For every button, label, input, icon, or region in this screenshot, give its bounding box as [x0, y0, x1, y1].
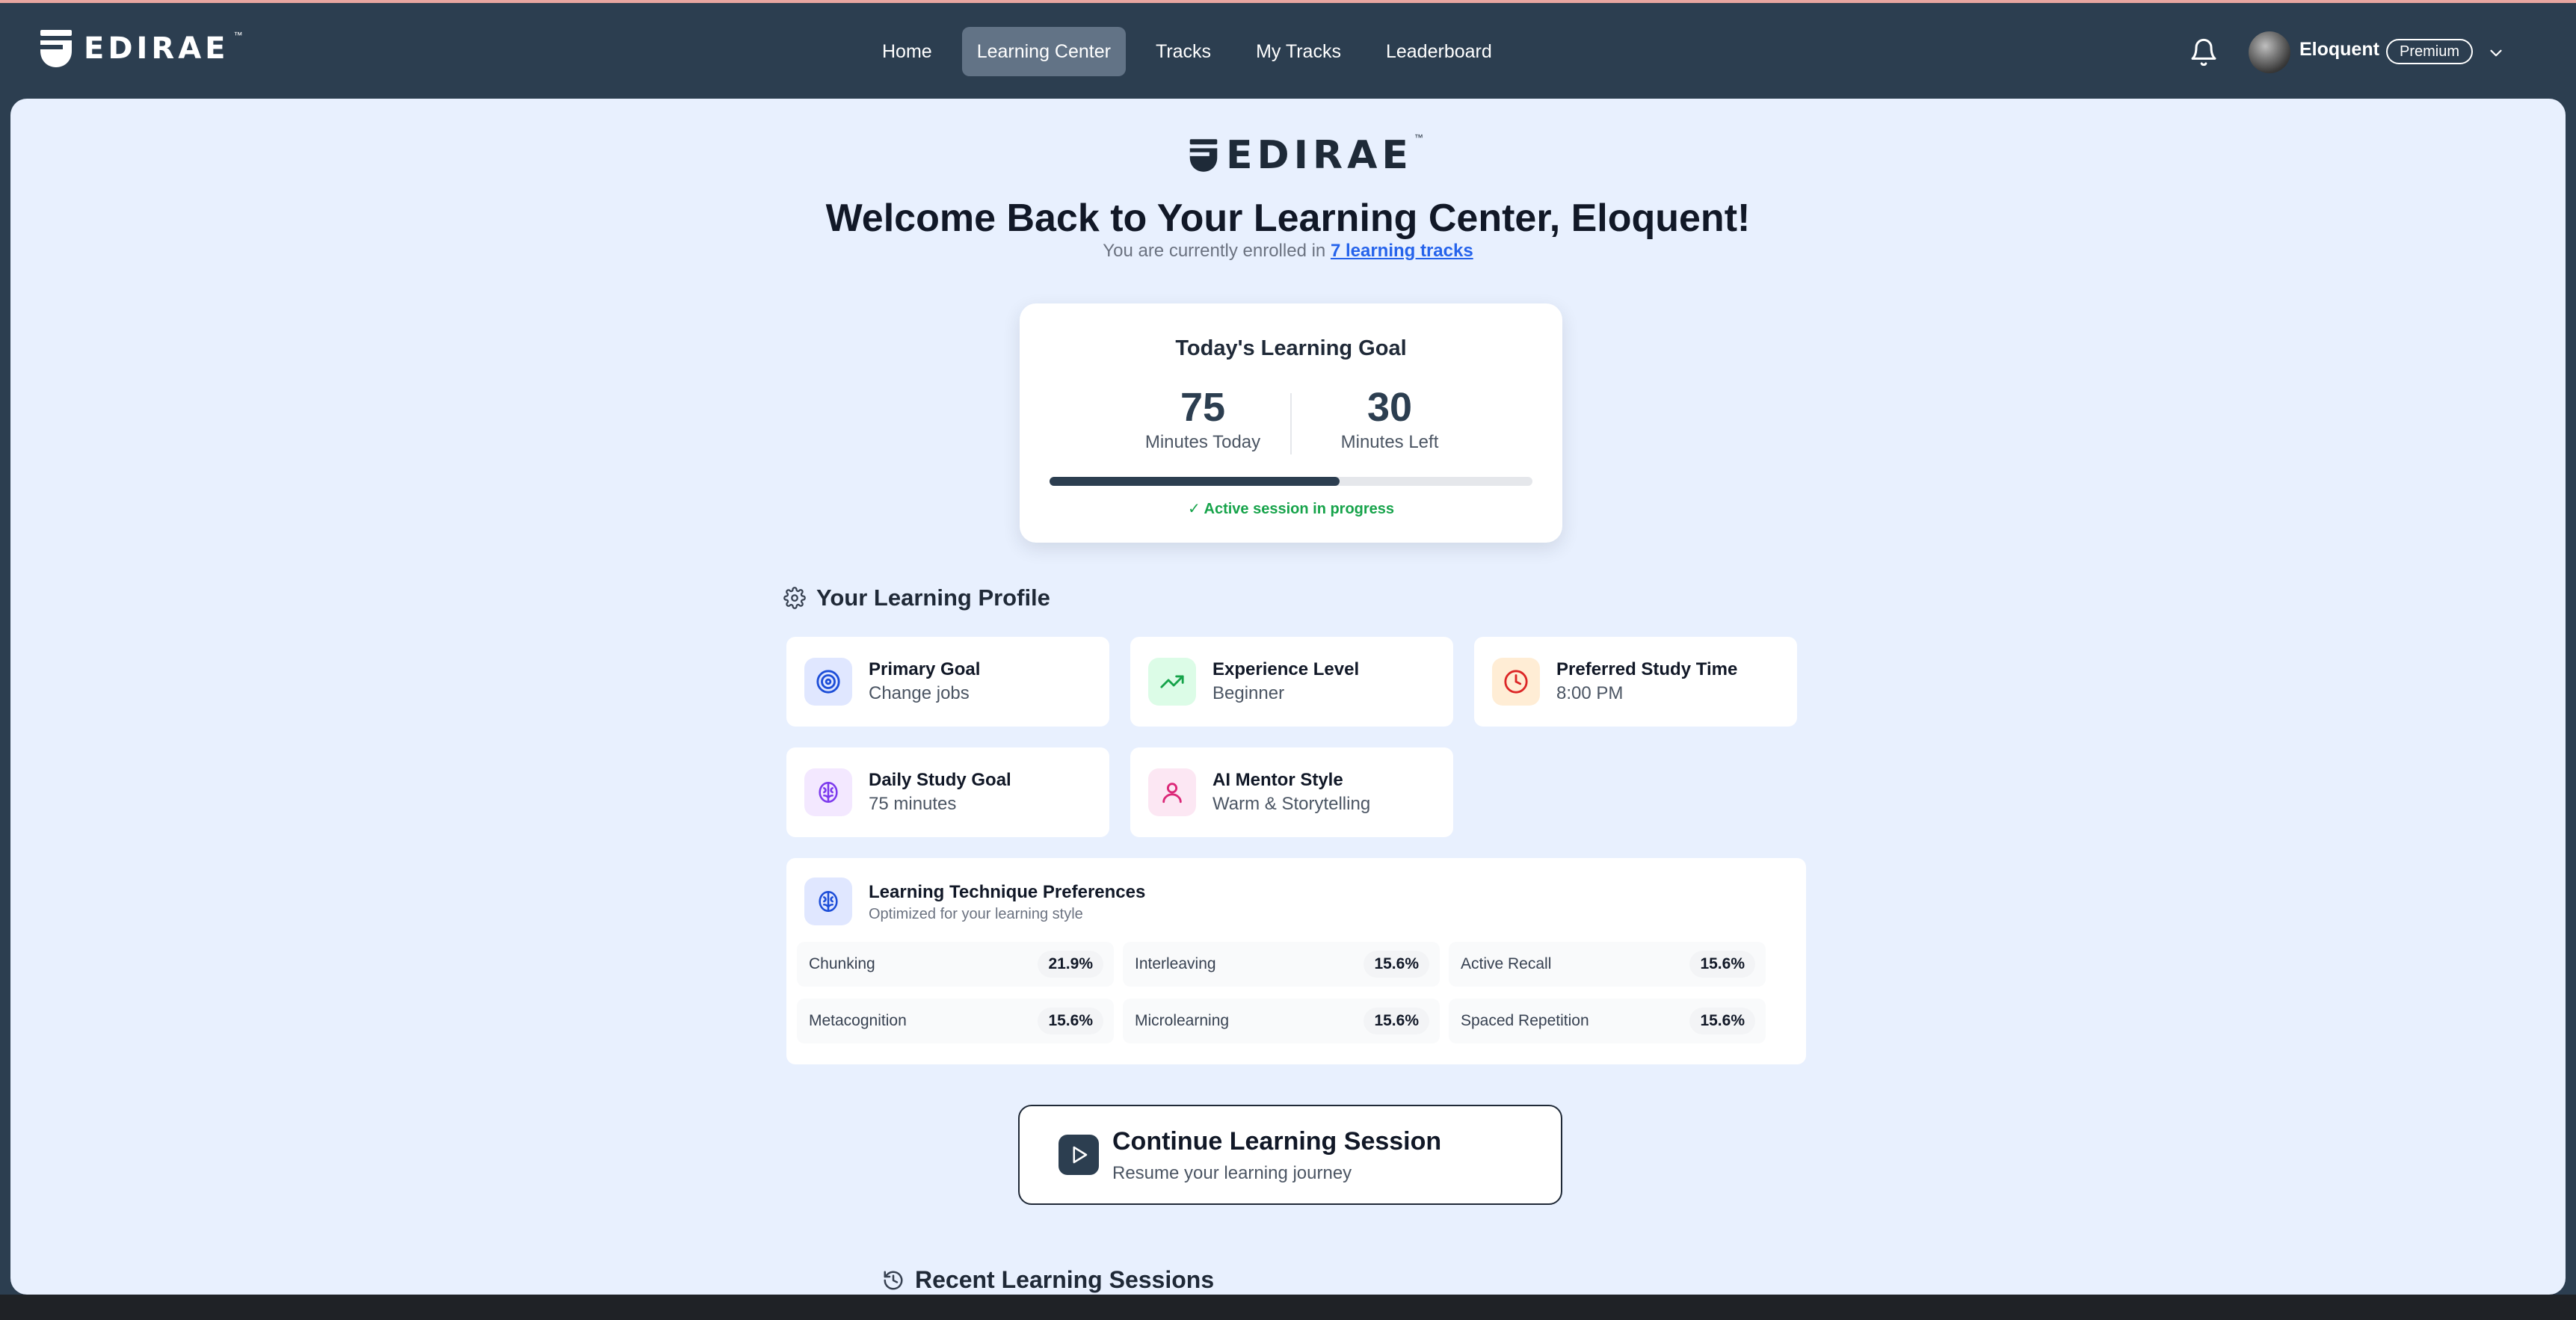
profile-card-primary-goal: Primary Goal Change jobs [786, 637, 1109, 727]
technique-percent: 15.6% [1689, 951, 1755, 978]
profile-label: Experience Level [1212, 659, 1360, 679]
minutes-today-label: Minutes Today [1144, 432, 1261, 452]
learning-tracks-link[interactable]: 7 learning tracks [1331, 241, 1473, 261]
clock-icon [1492, 658, 1540, 706]
center-wordmark: EDIRAE [1226, 133, 1413, 178]
enrollment-prefix: You are currently enrolled in [1103, 241, 1331, 261]
technique-subtitle: Optimized for your learning style [869, 906, 1083, 922]
technique-title: Learning Technique Preferences [869, 882, 1146, 902]
profile-label: Preferred Study Time [1556, 659, 1738, 679]
technique-percent: 15.6% [1038, 1008, 1103, 1034]
recent-sessions-header: Recent Learning Sessions [882, 1266, 1214, 1294]
technique-name: Metacognition [809, 1012, 907, 1029]
main-panel: EDIRAE ™ Welcome Back to Your Learning C… [10, 99, 2566, 1295]
chevron-down-icon[interactable] [2486, 43, 2506, 63]
profile-card-preferred-study-time: Preferred Study Time 8:00 PM [1474, 637, 1797, 727]
technique-name: Interleaving [1135, 955, 1216, 972]
profile-value: 75 minutes [869, 794, 957, 814]
edirae-logo-icon [1189, 139, 1218, 172]
brand-logo[interactable]: EDIRAE ™ [39, 28, 249, 69]
brain-icon [804, 878, 852, 925]
profile-label: AI Mentor Style [1212, 770, 1343, 790]
learning-goal-card: Today's Learning Goal 75 Minutes Today 3… [1020, 303, 1562, 543]
bottom-edge [0, 1295, 2576, 1320]
technique-percent: 21.9% [1038, 951, 1103, 978]
bell-icon[interactable] [2189, 37, 2219, 67]
technique-percent: 15.6% [1364, 1008, 1429, 1034]
minutes-left-label: Minutes Left [1340, 432, 1439, 452]
premium-badge: Premium [2386, 39, 2474, 64]
technique-preferences-card: Learning Technique Preferences Optimized… [786, 858, 1806, 1064]
session-status: ✓ Active session in progress [1187, 501, 1395, 517]
profile-card-ai-mentor-style: AI Mentor Style Warm & Storytelling [1130, 747, 1453, 837]
brand-trademark: ™ [233, 30, 243, 40]
profile-value: Change jobs [869, 683, 970, 703]
technique-name: Microlearning [1135, 1012, 1230, 1029]
goal-progress-bar [1050, 477, 1532, 486]
recent-sessions-title: Recent Learning Sessions [915, 1266, 1215, 1293]
continue-learning-title: Continue Learning Session [1112, 1127, 1442, 1156]
user-avatar[interactable] [2249, 31, 2290, 73]
minutes-left-stat: 30 Minutes Left [1307, 386, 1472, 453]
technique-percent: 15.6% [1364, 951, 1429, 978]
profile-title: Your Learning Profile [816, 585, 1050, 611]
nav-learning-center[interactable]: Learning Center [961, 27, 1126, 76]
goal-title: Today's Learning Goal [1175, 336, 1407, 360]
main-nav: Home Learning Center Tracks My Tracks Le… [867, 27, 1507, 76]
goal-divider [1290, 393, 1292, 454]
play-icon [1059, 1135, 1099, 1175]
enrollment-text: You are currently enrolled in 7 learning… [10, 241, 2566, 262]
nav-my-tracks[interactable]: My Tracks [1241, 27, 1356, 76]
continue-learning-button[interactable]: Continue Learning Session Resume your le… [1018, 1105, 1562, 1205]
top-navbar: EDIRAE ™ Home Learning Center Tracks My … [0, 0, 2576, 97]
technique-item-metacognition: Metacognition 15.6% [797, 999, 1114, 1043]
profile-value: 8:00 PM [1556, 683, 1624, 703]
center-logo: EDIRAE ™ [1189, 132, 1429, 178]
continue-learning-subtitle: Resume your learning journey [1112, 1163, 1352, 1183]
minutes-left-value: 30 [1366, 385, 1413, 430]
goal-progress-fill [1050, 477, 1340, 486]
technique-item-interleaving: Interleaving 15.6% [1123, 942, 1440, 987]
nav-leaderboard[interactable]: Leaderboard [1371, 27, 1507, 76]
technique-item-microlearning: Microlearning 15.6% [1123, 999, 1440, 1043]
technique-name: Chunking [809, 955, 875, 972]
profile-card-daily-study-goal: Daily Study Goal 75 minutes [786, 747, 1109, 837]
page-title: Welcome Back to Your Learning Center, El… [825, 197, 1751, 240]
profile-value: Warm & Storytelling [1212, 794, 1371, 814]
technique-item-chunking: Chunking 21.9% [797, 942, 1114, 987]
profile-card-experience-level: Experience Level Beginner [1130, 637, 1453, 727]
technique-name: Spaced Repetition [1461, 1012, 1589, 1029]
technique-percent: 15.6% [1689, 1008, 1755, 1034]
technique-name: Active Recall [1461, 955, 1552, 972]
user-icon [1148, 768, 1196, 816]
history-icon [884, 1271, 903, 1289]
technique-item-spaced-repetition: Spaced Repetition 15.6% [1449, 999, 1766, 1043]
brand-wordmark: EDIRAE [84, 31, 229, 66]
target-icon [804, 658, 852, 706]
user-name[interactable]: Eloquent [2299, 39, 2379, 61]
brain-icon [804, 768, 852, 816]
minutes-today-stat: 75 Minutes Today [1121, 386, 1285, 453]
center-trademark: ™ [1414, 132, 1423, 143]
nav-home[interactable]: Home [867, 27, 947, 76]
trending-up-icon [1148, 658, 1196, 706]
nav-tracks[interactable]: Tracks [1141, 27, 1226, 76]
profile-value: Beginner [1212, 683, 1285, 703]
edirae-logo-icon [40, 30, 72, 67]
profile-label: Daily Study Goal [869, 770, 1011, 790]
minutes-today-value: 75 [1180, 385, 1226, 430]
profile-header: Your Learning Profile [783, 585, 1050, 611]
profile-label: Primary Goal [869, 659, 981, 679]
gear-icon [783, 587, 806, 609]
technique-item-active-recall: Active Recall 15.6% [1449, 942, 1766, 987]
